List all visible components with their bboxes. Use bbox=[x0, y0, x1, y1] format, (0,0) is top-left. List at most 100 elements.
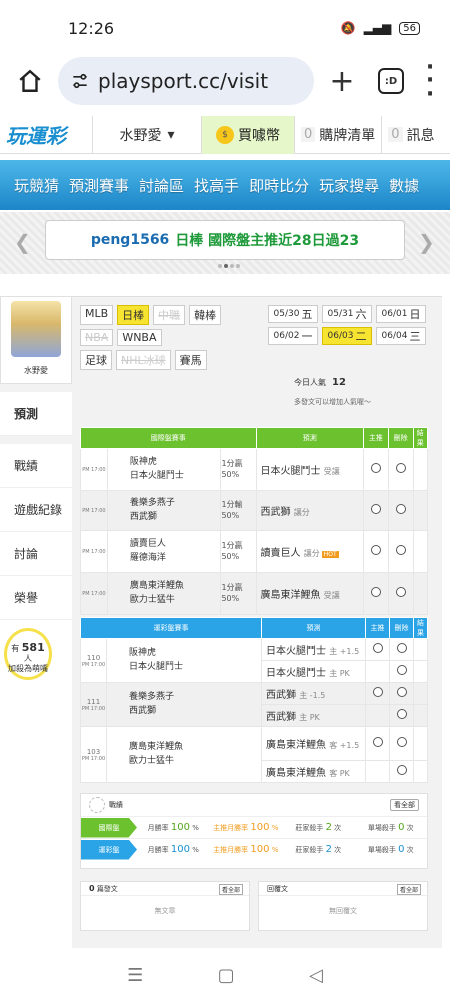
see-all-button[interactable]: 看全部 bbox=[390, 799, 419, 811]
delete-radio[interactable] bbox=[396, 665, 407, 675]
nav-forum[interactable]: 討論區 bbox=[139, 175, 184, 196]
tab-switcher-button[interactable]: :D bbox=[378, 68, 404, 94]
replies-box: 回覆文 看全部 無回覆文 bbox=[258, 881, 428, 931]
popularity-note: 多發文可以增加人氣喔～ bbox=[294, 398, 371, 406]
local-prediction-table: 運彩盤賽事 預測 主推 刪除 結果 110 PM 17:00 阪神虎 日本火腿鬥士 … bbox=[80, 617, 428, 783]
message-link[interactable]: 0 訊息 bbox=[381, 115, 440, 154]
profile-sidebar: 水野愛 預測 戰績 遊戲紀錄 討論 榮譽 有 581 人 加殺為萌嘴 bbox=[0, 296, 72, 680]
home-square-icon[interactable]: ▢ bbox=[218, 965, 235, 986]
prediction-panel: MLB 日棒 中職 韓棒 NBA WNBA 足球 NHL冰球 賽馬 05/30 五… bbox=[72, 296, 442, 948]
date-0530[interactable]: 05/30 五 bbox=[268, 305, 318, 323]
chevron-right-icon[interactable]: ❯ bbox=[418, 230, 435, 254]
table-row: 110 PM 17:00 阪神虎 日本火腿鬥士 日本火腿鬥士 主 +1.5 bbox=[80, 638, 428, 683]
delete-radio[interactable] bbox=[395, 545, 406, 555]
sidebar-item-honor[interactable]: 榮譽 bbox=[0, 576, 72, 620]
watchers-badge[interactable]: 有 581 人 加殺為萌嘴 bbox=[4, 628, 52, 680]
nav-live-score[interactable]: 即時比分 bbox=[249, 175, 309, 196]
silent-icon: 🔕 bbox=[340, 21, 356, 35]
record-tab-local: 運彩盤 bbox=[81, 839, 137, 860]
announcement-banner[interactable]: peng1566 日棒 國際盤主推近28日過23 bbox=[45, 220, 405, 260]
watch-prefix: 有 bbox=[11, 644, 20, 653]
sidebar-item-game-log[interactable]: 遊戲紀錄 bbox=[0, 488, 72, 532]
league-npb[interactable]: 日棒 bbox=[117, 305, 150, 325]
posts-box: 0 篇發文 看全部 無文章 bbox=[80, 881, 250, 931]
system-nav-bar: ☰ ▢ ◁ bbox=[0, 950, 450, 1000]
delete-radio[interactable] bbox=[396, 709, 407, 719]
date-selector: 05/30 五 05/31 六 06/01 日 06/02 一 06/03 二 06/04… bbox=[268, 305, 432, 345]
address-bar[interactable]: playsport.cc/visit bbox=[58, 57, 314, 105]
main-pick-radio[interactable] bbox=[370, 463, 381, 473]
home-icon bbox=[19, 69, 41, 92]
date-0604[interactable]: 06/04 三 bbox=[376, 327, 426, 345]
posts-see-all-button[interactable]: 看全部 bbox=[218, 884, 243, 895]
intl-prediction-table: 國際盤賽事 預測 主推 刪除 結果 PM 17:00 阪神虎 日本火腿鬥士 1分贏… bbox=[80, 427, 428, 615]
table-row: PM 17:00 讀賣巨人 羅德海洋 1分贏 50% 讀賣巨人 讓分 HOT bbox=[80, 530, 428, 573]
more-menu-icon[interactable]: · · · bbox=[420, 57, 440, 105]
announcement-area: ❮ peng1566 日棒 國際盤主推近28日過23 ❯ bbox=[0, 212, 450, 274]
delete-radio[interactable] bbox=[396, 737, 407, 747]
caret-down-icon: ▾ bbox=[167, 126, 175, 143]
table-row: PM 17:00 養樂多燕子 西武獅 1分輸 50% 西武獅 讓分 bbox=[80, 490, 428, 531]
recent-apps-icon[interactable]: ☰ bbox=[127, 965, 143, 986]
league-wnba[interactable]: WNBA bbox=[117, 329, 162, 346]
date-0531[interactable]: 05/31 六 bbox=[322, 305, 372, 323]
nav-find-expert[interactable]: 找高手 bbox=[194, 175, 239, 196]
site-settings-icon[interactable] bbox=[70, 71, 90, 91]
main-pick-radio[interactable] bbox=[372, 687, 383, 697]
nav-player-search[interactable]: 玩家搜尋 bbox=[319, 175, 379, 196]
announcement-user: peng1566 bbox=[90, 232, 170, 248]
replies-label: 回覆文 bbox=[267, 885, 288, 893]
watch-label: 加殺為萌嘴 bbox=[8, 663, 48, 673]
home-button[interactable] bbox=[10, 61, 50, 101]
post-count: 0 bbox=[89, 884, 95, 893]
delete-radio[interactable] bbox=[395, 504, 406, 514]
cart-link[interactable]: 0 購牌清單 bbox=[294, 115, 381, 154]
league-soccer[interactable]: 足球 bbox=[80, 350, 112, 370]
nav-data[interactable]: 數據 bbox=[389, 175, 419, 196]
chevron-left-icon[interactable]: ❮ bbox=[14, 230, 31, 254]
cart-label: 購牌清單 bbox=[319, 127, 376, 144]
browser-toolbar: playsport.cc/visit + :D · · · bbox=[0, 56, 450, 106]
main-pick-radio[interactable] bbox=[370, 587, 381, 597]
replies-empty: 無回覆文 bbox=[329, 907, 357, 915]
main-nav: 玩競猜 預測賽事 討論區 找高手 即時比分 玩家搜尋 數據 bbox=[0, 160, 450, 210]
main-pick-radio[interactable] bbox=[372, 737, 383, 747]
date-0602[interactable]: 06/02 一 bbox=[268, 327, 318, 345]
date-0601[interactable]: 06/01 日 bbox=[376, 305, 426, 323]
sidebar-item-predict[interactable]: 預測 bbox=[0, 392, 72, 436]
date-0603[interactable]: 06/03 二 bbox=[322, 327, 372, 345]
league-nba: NBA bbox=[80, 329, 114, 346]
user-name: 水野愛 bbox=[119, 127, 162, 144]
record-title: 戰績 bbox=[109, 801, 123, 809]
sidebar-item-discuss[interactable]: 討論 bbox=[0, 532, 72, 576]
nav-play-guess[interactable]: 玩競猜 bbox=[14, 175, 59, 196]
message-label: 訊息 bbox=[406, 127, 435, 144]
watch-count: 581 bbox=[21, 641, 45, 654]
cart-count: 0 bbox=[301, 127, 316, 142]
main-pick-radio[interactable] bbox=[370, 545, 381, 555]
replies-see-all-button[interactable]: 看全部 bbox=[396, 884, 421, 895]
buy-coin-button[interactable]: $ 買噱幣 bbox=[202, 115, 294, 154]
sidebar-item-record[interactable]: 戰績 bbox=[0, 444, 72, 488]
league-horse[interactable]: 賽馬 bbox=[174, 350, 207, 370]
battery-indicator: 56 bbox=[399, 21, 420, 35]
nav-predict[interactable]: 預測賽事 bbox=[69, 175, 129, 196]
delete-radio[interactable] bbox=[396, 765, 407, 775]
site-logo[interactable]: 玩運彩 bbox=[0, 116, 92, 154]
delete-radio[interactable] bbox=[395, 587, 406, 597]
main-pick-radio[interactable] bbox=[370, 504, 381, 514]
delete-radio[interactable] bbox=[396, 643, 407, 653]
record-row-intl: 國際盤 月勝率 100 % 主推月勝率 100 % 莊家殺手 2 次 單場殺手 … bbox=[81, 816, 427, 838]
new-tab-button[interactable]: + bbox=[322, 64, 362, 99]
league-mlb[interactable]: MLB bbox=[80, 305, 114, 325]
table-row: 111 PM 17:00 養樂多燕子 西武獅 西武獅 主 -1.5 bbox=[80, 682, 428, 727]
league-filter: MLB 日棒 中職 韓棒 NBA WNBA 足球 NHL冰球 賽馬 bbox=[80, 305, 260, 374]
back-icon[interactable]: ◁ bbox=[309, 965, 323, 986]
league-cpbl: 中職 bbox=[153, 305, 186, 325]
record-tab-intl: 國際盤 bbox=[81, 817, 137, 838]
delete-radio[interactable] bbox=[395, 463, 406, 473]
user-menu[interactable]: 水野愛 ▾ bbox=[92, 115, 202, 154]
league-kbo[interactable]: 韓棒 bbox=[189, 305, 222, 325]
delete-radio[interactable] bbox=[396, 687, 407, 697]
main-pick-radio[interactable] bbox=[372, 643, 383, 653]
